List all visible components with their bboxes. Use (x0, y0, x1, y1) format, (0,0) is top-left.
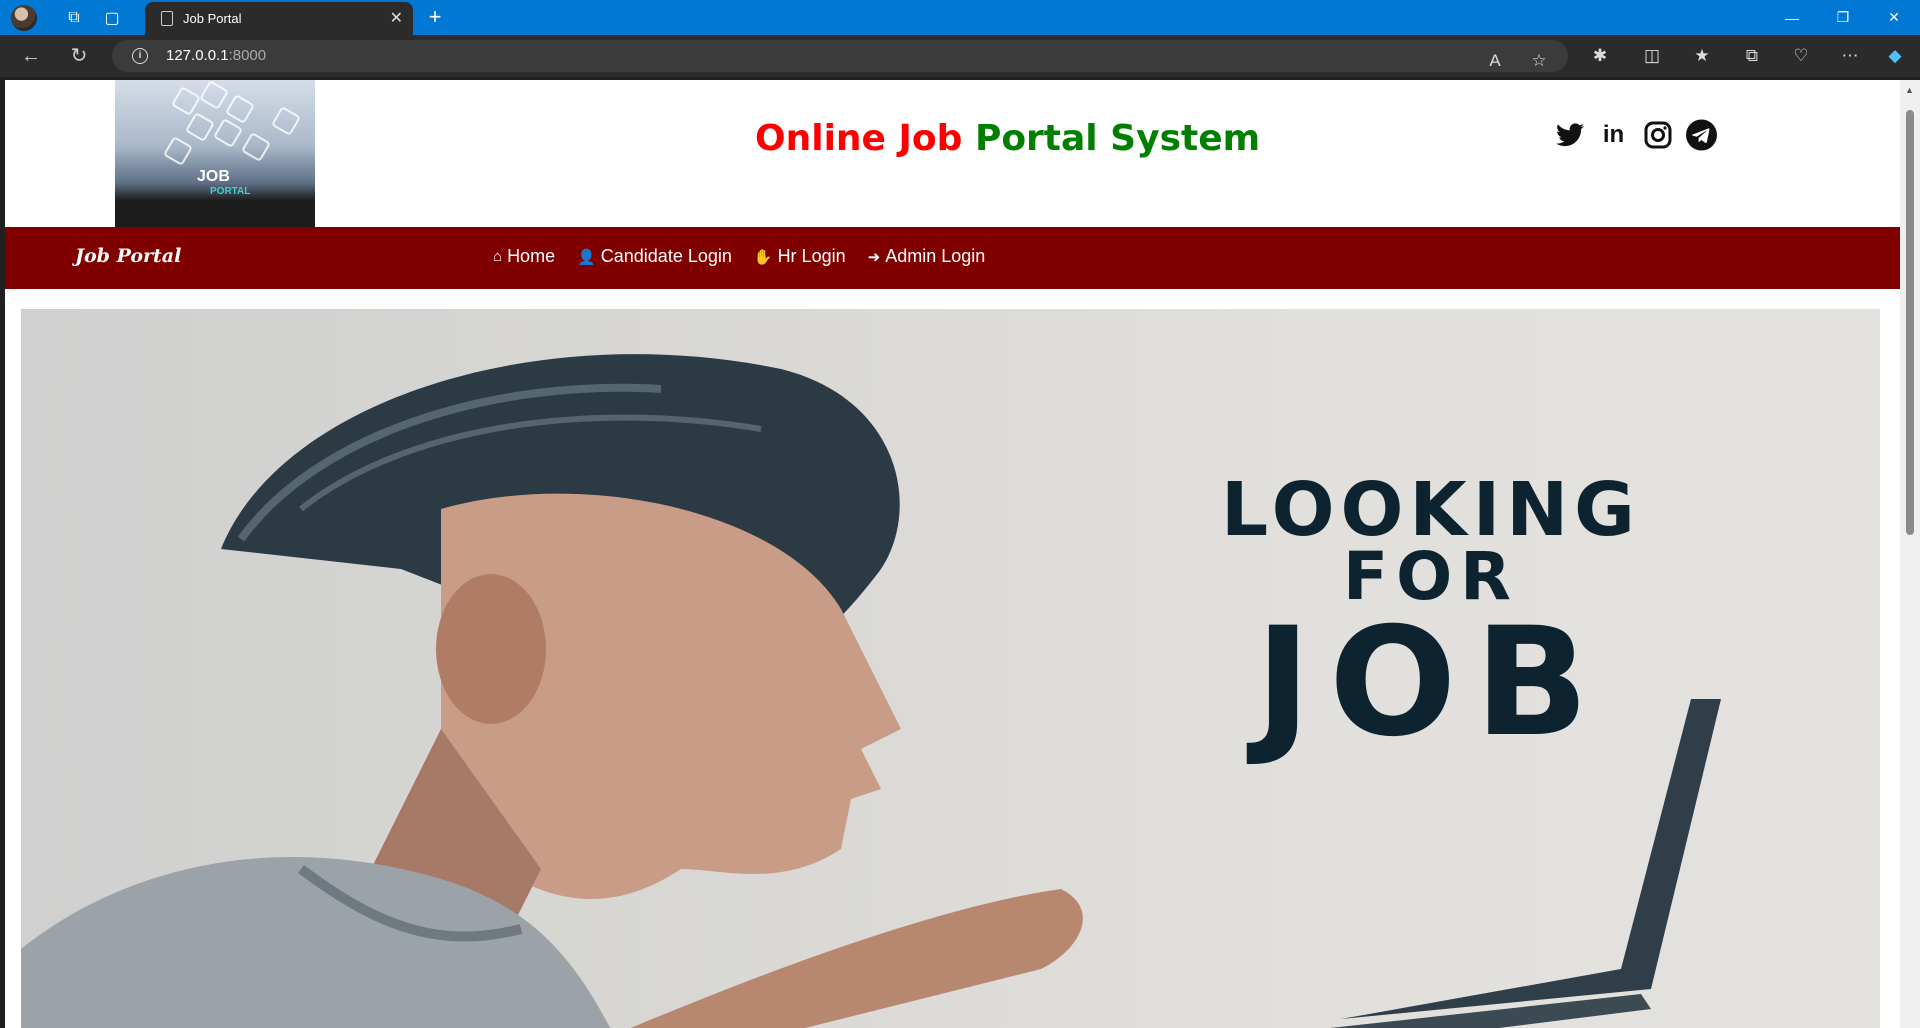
nav-menu: ⌂ Home 👤 Candidate Login ✋ Hr Login ➜ Ad… (493, 246, 985, 267)
browser-essentials-icon[interactable]: ♡ (1788, 43, 1814, 69)
address-bar[interactable]: i 127.0.0.1:8000 A ☆ (112, 40, 1568, 72)
tab-actions-icon[interactable]: ▢ (93, 0, 131, 35)
hero-line-3: JOB (1255, 596, 1607, 770)
linkedin-icon[interactable]: in (1598, 119, 1629, 150)
page-scrollbar[interactable]: ▲ (1900, 80, 1920, 1028)
nav-hr-login[interactable]: ✋ Hr Login (754, 246, 846, 267)
back-icon[interactable]: ← (16, 43, 46, 69)
refresh-icon[interactable]: ↻ (64, 43, 94, 69)
hero-line-1: LOOKING (1221, 467, 1641, 553)
browser-toolbar: ← ↻ i 127.0.0.1:8000 A ☆ ✱ ◫ ★ ⧉ ♡ ⋯ ◆ (0, 35, 1920, 77)
extensions-icon[interactable]: ✱ (1587, 43, 1613, 69)
nav-admin-login[interactable]: ➜ Admin Login (868, 246, 986, 267)
site-title: Online Job Portal System (755, 118, 1261, 159)
nav-candidate-login[interactable]: 👤 Candidate Login (577, 246, 732, 267)
social-links: in (1554, 119, 1717, 150)
hero-banner: LOOKING FOR JOB (21, 309, 1880, 1028)
close-tab-icon[interactable]: ✕ (390, 8, 403, 28)
main-navbar: Job Portal ⌂ Home 👤 Candidate Login ✋ Hr… (5, 227, 1900, 289)
scroll-thumb[interactable] (1906, 110, 1914, 535)
site-header: JOB PORTAL Online Job Portal System in (5, 80, 1900, 227)
hero-headline: LOOKING FOR JOB (1101, 467, 1761, 770)
copilot-icon[interactable]: ◆ (1882, 43, 1908, 69)
telegram-icon[interactable] (1686, 119, 1717, 150)
logo-subtext: PORTAL (210, 186, 251, 197)
profile-avatar[interactable] (11, 4, 37, 31)
logo-text: JOB (197, 168, 230, 185)
read-aloud-icon[interactable]: A (1482, 48, 1508, 74)
nav-home[interactable]: ⌂ Home (493, 246, 555, 267)
handshake-icon: ✋ (753, 248, 773, 266)
minimize-button[interactable]: — (1767, 0, 1817, 35)
browser-tab[interactable]: Job Portal ✕ (145, 2, 413, 35)
site-logo: JOB PORTAL (115, 80, 315, 227)
url-text[interactable]: 127.0.0.1:8000 (166, 47, 266, 64)
more-menu-icon[interactable]: ⋯ (1837, 43, 1863, 69)
page-viewport: JOB PORTAL Online Job Portal System in J… (5, 80, 1900, 1028)
collections-icon[interactable]: ⧉ (1739, 43, 1765, 69)
tab-title: Job Portal (183, 11, 242, 26)
navbar-brand[interactable]: Job Portal (75, 245, 181, 267)
site-info-icon[interactable]: i (132, 48, 148, 64)
hero-person-illustration (21, 354, 1083, 1028)
workspaces-icon[interactable]: ⧉ (55, 0, 93, 35)
close-window-button[interactable]: ✕ (1869, 0, 1919, 35)
instagram-icon[interactable] (1642, 119, 1673, 150)
twitter-icon[interactable] (1554, 119, 1585, 150)
home-icon: ⌂ (493, 248, 503, 265)
page-icon (161, 11, 173, 26)
scroll-up-icon[interactable]: ▲ (1905, 85, 1914, 95)
user-plus-icon: 👤 (577, 248, 596, 266)
restore-button[interactable]: ❐ (1818, 0, 1868, 35)
favorite-star-icon[interactable]: ☆ (1526, 48, 1552, 74)
sign-in-icon: ➜ (867, 248, 881, 266)
favorites-icon[interactable]: ★ (1689, 43, 1715, 69)
browser-titlebar: ⧉ ▢ Job Portal ✕ + — ❐ ✕ (0, 0, 1920, 35)
split-screen-icon[interactable]: ◫ (1639, 43, 1665, 69)
new-tab-button[interactable]: + (420, 4, 450, 30)
